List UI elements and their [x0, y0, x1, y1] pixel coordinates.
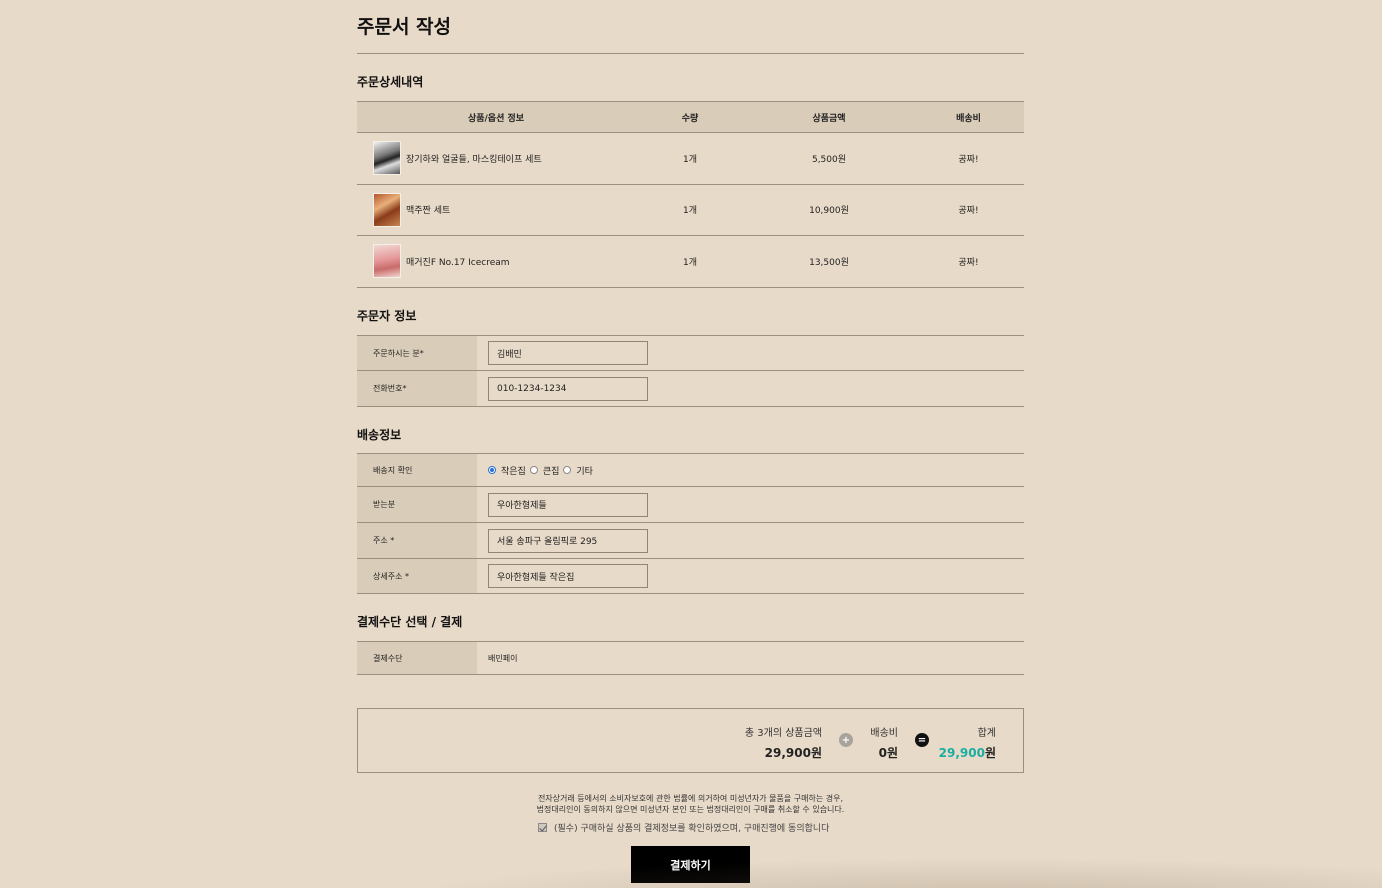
items-total: 총 3개의 상품금액 29,900원: [745, 724, 822, 761]
product-thumbnail[interactable]: [373, 192, 401, 227]
orderer-info-title: 주문자 정보: [357, 309, 417, 323]
radio-big-house-label[interactable]: 큰집: [543, 464, 560, 477]
orderer-phone-input[interactable]: 010-1234-1234: [488, 376, 648, 401]
grand-total-label: 합계: [977, 728, 996, 739]
destination-radio-group: 작은집 큰집 기타: [488, 464, 597, 477]
items-total-value: 29,900원: [764, 746, 822, 760]
orderer-name-input[interactable]: 김배민: [488, 341, 648, 365]
product-name[interactable]: 매거진F No.17 Icecream: [406, 255, 510, 268]
radio-other[interactable]: [563, 466, 572, 474]
detail-address-label: 상세주소 *: [357, 559, 477, 593]
recipient-input[interactable]: 우아한형제들: [488, 492, 648, 517]
recipient-label: 받는분: [357, 487, 477, 522]
shipping-total: 배송비 0원: [870, 724, 898, 761]
product-thumbnail[interactable]: [373, 141, 401, 176]
grand-total-value: 29,900원: [939, 744, 996, 761]
agree-label[interactable]: (필수) 구매하실 상품의 결제정보를 확인하였으며, 구매진행에 동의합니다: [554, 821, 829, 834]
payment-table: 결제수단 배민페이: [357, 641, 1024, 675]
equals-icon: =: [915, 733, 929, 747]
product-qty: 1개: [682, 206, 697, 217]
table-row: 장기하와 얼굴들, 마스킹테이프 세트 1개 5,500원 공짜!: [357, 133, 1024, 185]
radio-small-house[interactable]: [488, 466, 496, 474]
payment-method-label: 결제수단: [357, 642, 477, 674]
page-title: 주문서 작성: [357, 16, 452, 38]
legal-notice-line1: 전자상거래 등에서의 소비자보호에 관한 법률에 의거하여 미성년자가 물품을 …: [537, 794, 844, 803]
plus-icon: +: [839, 733, 853, 747]
product-price: 10,900원: [809, 206, 849, 217]
orderer-info-table: 주문하시는 분* 김배민 전화번호* 010-1234-1234: [357, 335, 1024, 407]
payment-method-value[interactable]: 배민페이: [477, 642, 1024, 674]
detail-address-input[interactable]: 우아한형제들 작은집: [488, 564, 648, 588]
shipping-total-label: 배송비: [870, 728, 898, 739]
product-shipping: 공짜!: [958, 206, 979, 217]
radio-small-house-label[interactable]: 작은집: [501, 464, 526, 477]
header-product: 상품/옵션 정보: [467, 113, 525, 124]
grand-total-number: 29,900: [938, 746, 985, 760]
shipping-info-table: 배송지 확인 작은집 큰집 기타 받는분 우아한형제들 주소 * 서울 송파구 …: [357, 453, 1024, 594]
order-table: 상품/옵션 정보 수량 상품금액 배송비 장기하와 얼굴들, 마스킹테이프 세트…: [357, 101, 1024, 288]
detail-address-row: 상세주소 * 우아한형제들 작은집: [357, 559, 1024, 594]
product-price: 13,500원: [809, 257, 849, 268]
table-row: 매거진F No.17 Icecream 1개 13,500원 공짜!: [357, 236, 1024, 288]
orderer-name-row: 주문하시는 분* 김배민: [357, 336, 1024, 371]
shipping-info-title: 배송정보: [357, 428, 402, 442]
orderer-phone-label: 전화번호*: [357, 371, 477, 406]
product-name[interactable]: 장기하와 얼굴들, 마스킹테이프 세트: [406, 152, 542, 165]
title-divider: [357, 53, 1024, 54]
recipient-row: 받는분 우아한형제들: [357, 487, 1024, 523]
product-shipping: 공짜!: [958, 257, 979, 268]
header-quantity: 수량: [681, 113, 699, 124]
product-qty: 1개: [682, 154, 697, 165]
items-total-label: 총 3개의 상품금액: [744, 728, 822, 739]
destination-row: 배송지 확인 작은집 큰집 기타: [357, 454, 1024, 487]
agree-checkbox[interactable]: [538, 823, 547, 832]
legal-notice: 전자상거래 등에서의 소비자보호에 관한 법률에 의거하여 미성년자가 물품을 …: [357, 793, 1024, 815]
order-summary: 총 3개의 상품금액 29,900원 + 배송비 0원 = 합계 29,900원: [357, 708, 1024, 773]
header-shipping: 배송비: [956, 113, 981, 124]
orderer-phone-row: 전화번호* 010-1234-1234: [357, 371, 1024, 407]
bottom-shadow: [390, 858, 1382, 888]
product-price: 5,500원: [811, 154, 847, 165]
product-shipping: 공짜!: [958, 154, 979, 165]
header-price: 상품금액: [812, 113, 846, 124]
destination-label: 배송지 확인: [357, 454, 477, 486]
product-qty: 1개: [682, 257, 697, 268]
agree-row: (필수) 구매하실 상품의 결제정보를 확인하였으며, 구매진행에 동의합니다: [538, 821, 829, 834]
shipping-total-value: 0원: [878, 746, 898, 760]
table-row: 맥주짠 세트 1개 10,900원 공짜!: [357, 185, 1024, 236]
radio-other-label[interactable]: 기타: [576, 464, 593, 477]
address-input[interactable]: 서울 송파구 올림픽로 295: [488, 528, 648, 553]
product-thumbnail[interactable]: [373, 244, 401, 279]
pay-button[interactable]: 결제하기: [631, 846, 750, 883]
address-label: 주소 *: [357, 523, 477, 558]
payment-method-row: 결제수단 배민페이: [357, 642, 1024, 675]
orderer-name-label: 주문하시는 분*: [357, 336, 477, 370]
radio-big-house[interactable]: [529, 466, 538, 474]
payment-title: 결제수단 선택 / 결제: [357, 615, 463, 629]
legal-notice-line2: 법정대리인이 동의하지 않으면 미성년자 본인 또는 법정대리인이 구매를 취소…: [536, 805, 845, 814]
order-table-header: 상품/옵션 정보 수량 상품금액 배송비: [357, 101, 1024, 133]
address-row: 주소 * 서울 송파구 올림픽로 295: [357, 523, 1024, 559]
grand-total-unit: 원: [984, 746, 996, 760]
grand-total: 합계 29,900원: [939, 724, 996, 761]
order-details-title: 주문상세내역: [357, 75, 424, 89]
product-name[interactable]: 맥주짠 세트: [406, 203, 450, 216]
